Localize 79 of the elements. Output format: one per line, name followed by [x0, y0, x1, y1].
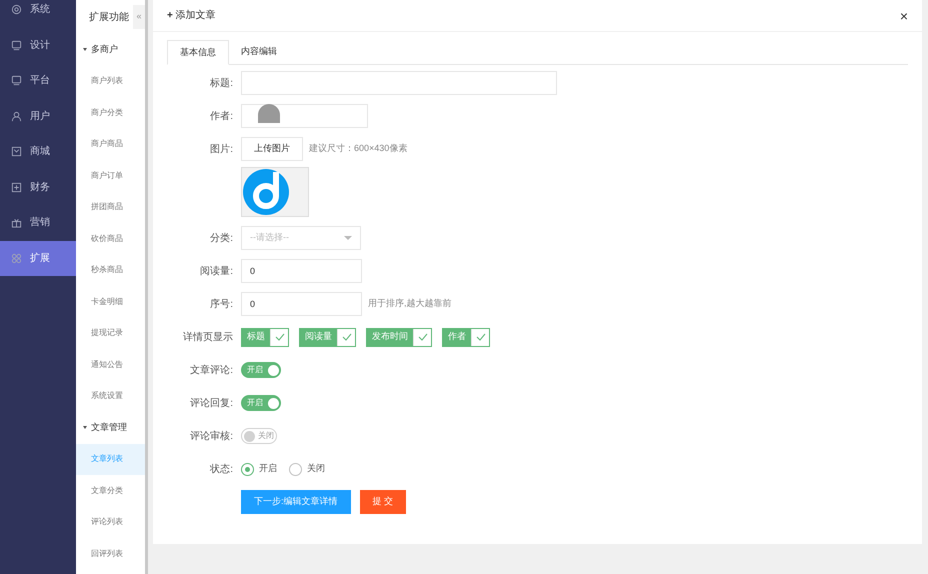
- submenu-item[interactable]: 通知公告: [76, 349, 145, 380]
- submenu-item[interactable]: 回评列表: [76, 538, 145, 570]
- submenu-item[interactable]: 商户商品: [76, 128, 145, 160]
- monitor-icon: [11, 40, 22, 51]
- field-label: 文章评论:: [189, 364, 234, 378]
- submenu-item[interactable]: 商户分类: [76, 97, 145, 128]
- submenu-item[interactable]: 文章列表: [76, 444, 145, 475]
- tag-checkbox[interactable]: 发布时间: [366, 328, 432, 346]
- sidebar-item[interactable]: 系统: [0, 0, 76, 28]
- menu-group[interactable]: 文章管理: [76, 412, 145, 444]
- sidebar-title: 扩展功能: [89, 10, 129, 24]
- tab[interactable]: 基本信息: [167, 40, 229, 65]
- submenu-item[interactable]: 文章分类: [76, 475, 145, 506]
- toggle-switch[interactable]: 关闭: [241, 428, 277, 444]
- grid-icon: [11, 252, 22, 264]
- submenu-item[interactable]: 评论列表: [76, 506, 145, 538]
- dropdown-icon: [344, 236, 352, 240]
- submenu-item[interactable]: 商户列表: [76, 66, 145, 97]
- user-icon: [11, 110, 22, 122]
- check-icon: [476, 333, 486, 341]
- size-hint: 建议尺寸：600×430像素: [309, 142, 408, 156]
- check-icon: [342, 333, 352, 341]
- monitor-icon: [11, 75, 22, 86]
- check-icon: [274, 333, 284, 341]
- sidebar-item[interactable]: 用户: [0, 98, 76, 134]
- check-icon: [418, 333, 428, 341]
- collapse-button[interactable]: «: [133, 5, 145, 29]
- dialog-title: + 添加文章: [167, 8, 216, 23]
- sidebar-item[interactable]: 营销: [0, 205, 76, 240]
- plus-square-icon: [11, 182, 22, 193]
- title-field[interactable]: [241, 71, 557, 95]
- field-label: 标题:: [209, 76, 234, 90]
- field-label: 评论回复:: [189, 396, 234, 410]
- group-label: 多商户: [91, 43, 118, 56]
- field-label: 图片:: [209, 142, 234, 156]
- field-label: 状态:: [209, 462, 234, 476]
- sidebar-item[interactable]: 平台: [0, 63, 76, 98]
- sidebar-item[interactable]: 扩展: [0, 240, 76, 276]
- author-field[interactable]: [241, 104, 368, 128]
- submenu-item[interactable]: 系统设置: [76, 380, 145, 412]
- tag-checkbox[interactable]: 标题: [241, 328, 289, 346]
- gear-icon: [11, 4, 22, 16]
- field-label: 分类:: [209, 232, 234, 246]
- mail-icon: [11, 146, 22, 158]
- field-label: 评论审核:: [189, 430, 234, 444]
- next-button[interactable]: 下一步:编辑文章详情: [241, 490, 351, 514]
- caret-icon: [83, 426, 87, 430]
- submenu-item[interactable]: 拼团商品: [76, 192, 145, 223]
- tab[interactable]: 内容编辑: [229, 40, 289, 64]
- field-label: 阅读量:: [199, 264, 234, 278]
- tag-checkbox[interactable]: 作者: [442, 328, 490, 346]
- field-label: 详情页显示: [182, 330, 234, 344]
- toggle-switch[interactable]: 开启: [241, 362, 281, 378]
- redaction-mark: [258, 104, 280, 123]
- toggle-switch[interactable]: 开启: [241, 395, 281, 411]
- menu-group[interactable]: 多商户: [76, 34, 145, 66]
- number-field[interactable]: 0: [241, 292, 362, 316]
- field-hint: 用于排序,越大越靠前: [368, 297, 452, 310]
- radio-option[interactable]: 关闭: [289, 462, 325, 476]
- group-label: 文章管理: [91, 421, 127, 434]
- field-label: 作者:: [209, 110, 234, 124]
- sidebar-item[interactable]: 财务: [0, 170, 76, 205]
- tag-checkbox[interactable]: 阅读量: [299, 328, 356, 346]
- gift-icon: [11, 217, 22, 228]
- sidebar-item[interactable]: 商城: [0, 134, 76, 170]
- close-button[interactable]: ×: [900, 8, 908, 22]
- submenu-item[interactable]: 秒杀商品: [76, 254, 145, 286]
- submenu-item[interactable]: 提现记录: [76, 318, 145, 349]
- field-label: 序号:: [209, 298, 234, 312]
- submenu-item[interactable]: 商户订单: [76, 160, 145, 192]
- radio-option[interactable]: 开启: [241, 462, 277, 476]
- sidebar-item[interactable]: 设计: [0, 28, 76, 63]
- upload-button[interactable]: 上传图片: [241, 137, 303, 161]
- logo-icon: [243, 169, 291, 215]
- submit-button[interactable]: 提 交: [360, 490, 406, 514]
- caret-icon: [83, 48, 87, 52]
- submenu-item[interactable]: 卡金明细: [76, 286, 145, 318]
- submenu-item[interactable]: 砍价商品: [76, 223, 145, 254]
- number-field[interactable]: 0: [241, 259, 362, 283]
